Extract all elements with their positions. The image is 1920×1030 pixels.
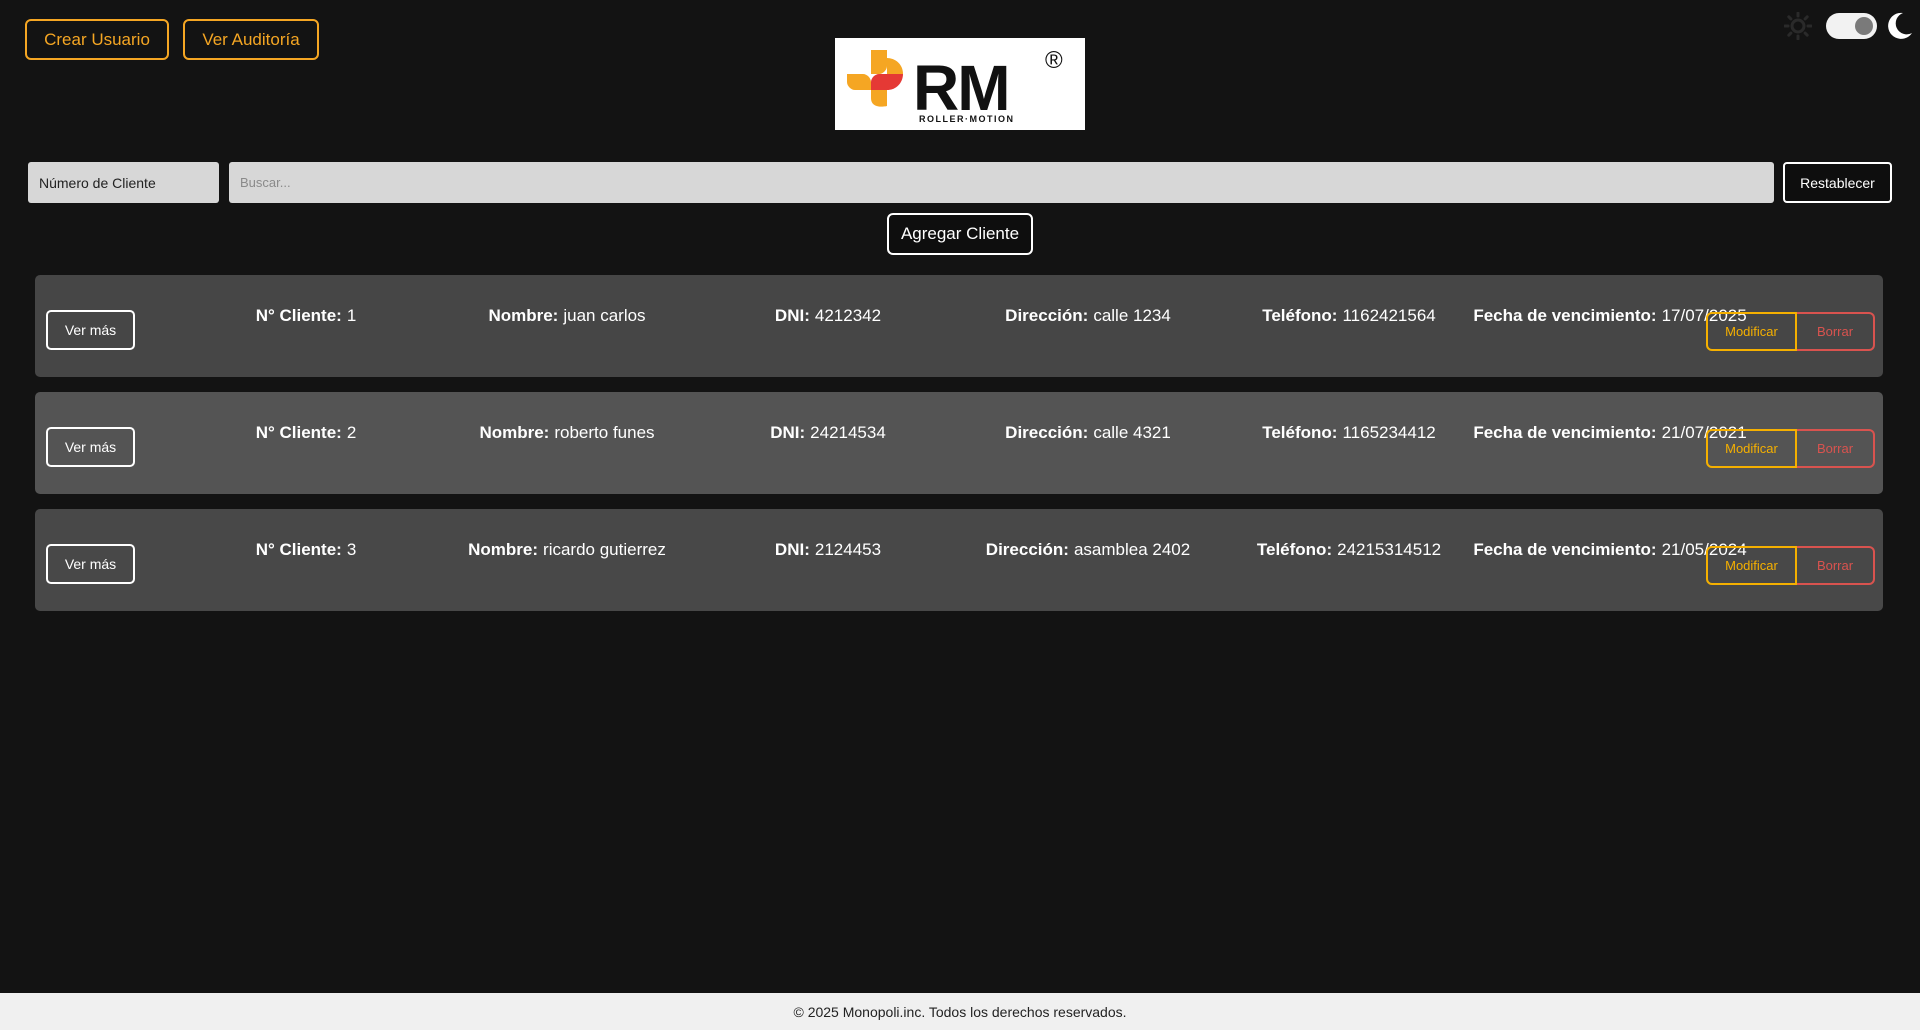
create-user-button[interactable]: Crear Usuario bbox=[25, 19, 169, 60]
field-label: Teléfono: bbox=[1262, 423, 1338, 442]
view-more-button[interactable]: Ver más bbox=[46, 427, 135, 467]
dni-field: DNI: 2124453 bbox=[775, 499, 881, 601]
field-value: 3 bbox=[346, 540, 357, 559]
field-value: calle 4321 bbox=[1093, 423, 1171, 442]
field-value: 24214534 bbox=[810, 423, 886, 442]
delete-button[interactable]: Borrar bbox=[1797, 429, 1875, 468]
address-field: Dirección: asamblea 2402 bbox=[986, 499, 1190, 601]
field-label: Nombre: bbox=[468, 540, 539, 559]
modify-button[interactable]: Modificar bbox=[1706, 429, 1797, 468]
field-value: 24215314512 bbox=[1337, 540, 1442, 559]
client-card: Ver más N° Cliente: 1 Nombre: juan carlos DNI… bbox=[35, 275, 1883, 377]
phone-field: Teléfono: 1162421564 bbox=[1262, 265, 1436, 367]
field-value: roberto funes bbox=[554, 423, 655, 442]
field-label: Dirección: bbox=[985, 540, 1069, 559]
modify-button[interactable]: Modificar bbox=[1706, 546, 1797, 585]
add-client-button[interactable]: Agregar Cliente bbox=[887, 213, 1033, 255]
search-input[interactable] bbox=[229, 162, 1774, 203]
field-label: Teléfono: bbox=[1262, 306, 1338, 325]
delete-button[interactable]: Borrar bbox=[1797, 546, 1875, 585]
view-more-button[interactable]: Ver más bbox=[46, 544, 135, 584]
field-label: DNI: bbox=[774, 540, 810, 559]
view-audit-button[interactable]: Ver Auditoría bbox=[183, 19, 319, 60]
field-value: juan carlos bbox=[563, 306, 646, 325]
dni-field: DNI: 24214534 bbox=[770, 382, 886, 484]
field-value: 1165234412 bbox=[1342, 423, 1436, 442]
field-label: N° Cliente: bbox=[255, 540, 342, 559]
field-label: Nombre: bbox=[479, 423, 550, 442]
roller-motion-logo: RM ROLLER·MOTION ® bbox=[847, 47, 1063, 124]
field-value: 1 bbox=[346, 306, 357, 325]
field-value: 2 bbox=[346, 423, 357, 442]
field-label: Dirección: bbox=[1005, 306, 1089, 325]
field-label: Fecha de vencimiento: bbox=[1473, 306, 1657, 325]
field-value: asamblea 2402 bbox=[1073, 540, 1191, 559]
logo: RM ROLLER·MOTION ® bbox=[835, 38, 1085, 130]
phone-field: Teléfono: 24215314512 bbox=[1257, 499, 1441, 601]
field-value: 4212342 bbox=[814, 306, 882, 325]
field-label: Dirección: bbox=[1005, 423, 1089, 442]
field-label: Fecha de vencimiento: bbox=[1473, 423, 1657, 442]
theme-toggle[interactable] bbox=[1826, 13, 1877, 39]
footer: © 2025 Monopoli.inc. Todos los derechos … bbox=[0, 993, 1920, 1030]
client-no-field: N° Cliente: 2 bbox=[256, 382, 357, 484]
field-value: calle 1234 bbox=[1093, 306, 1171, 325]
sun-icon bbox=[1784, 12, 1812, 40]
phone-field: Teléfono: 1165234412 bbox=[1262, 382, 1436, 484]
dni-field: DNI: 4212342 bbox=[775, 265, 881, 367]
name-field: Nombre: roberto funes bbox=[479, 382, 654, 484]
footer-copyright: © 2025 Monopoli.inc. Todos los derechos … bbox=[793, 1003, 1127, 1020]
logo-tagline: ROLLER·MOTION bbox=[919, 114, 1015, 124]
field-label: Nombre: bbox=[488, 306, 559, 325]
filter-select-value: Número de Cliente bbox=[39, 174, 156, 191]
client-card: Ver más N° Cliente: 3 Nombre: ricardo gutier… bbox=[35, 509, 1883, 611]
address-field: Dirección: calle 4321 bbox=[1005, 382, 1171, 484]
page: Crear Usuario Ver Auditoría RM ROLLER·MO… bbox=[0, 0, 1920, 1030]
field-value: ricardo gutierrez bbox=[543, 540, 666, 559]
reset-button[interactable]: Restablecer bbox=[1783, 162, 1892, 203]
field-label: DNI: bbox=[774, 306, 810, 325]
view-more-button[interactable]: Ver más bbox=[46, 310, 135, 350]
filter-select[interactable]: Número de Cliente bbox=[28, 162, 219, 203]
field-value: 2124453 bbox=[814, 540, 882, 559]
moon-icon bbox=[1888, 12, 1912, 39]
delete-button[interactable]: Borrar bbox=[1797, 312, 1875, 351]
modify-button[interactable]: Modificar bbox=[1706, 312, 1797, 351]
name-field: Nombre: juan carlos bbox=[488, 265, 645, 367]
address-field: Dirección: calle 1234 bbox=[1005, 265, 1171, 367]
client-card: Ver más N° Cliente: 2 Nombre: roberto funes D… bbox=[35, 392, 1883, 494]
name-field: Nombre: ricardo gutierrez bbox=[468, 499, 666, 601]
client-no-field: N° Cliente: 1 bbox=[256, 265, 357, 367]
field-label: Fecha de vencimiento: bbox=[1473, 540, 1657, 559]
client-no-field: N° Cliente: 3 bbox=[256, 499, 357, 601]
toggle-knob bbox=[1855, 17, 1873, 35]
field-label: DNI: bbox=[770, 423, 806, 442]
field-value: 1162421564 bbox=[1342, 306, 1436, 325]
field-label: N° Cliente: bbox=[255, 306, 342, 325]
field-label: Teléfono: bbox=[1256, 540, 1333, 559]
field-label: N° Cliente: bbox=[255, 423, 342, 442]
registered-mark: ® bbox=[1045, 47, 1063, 74]
